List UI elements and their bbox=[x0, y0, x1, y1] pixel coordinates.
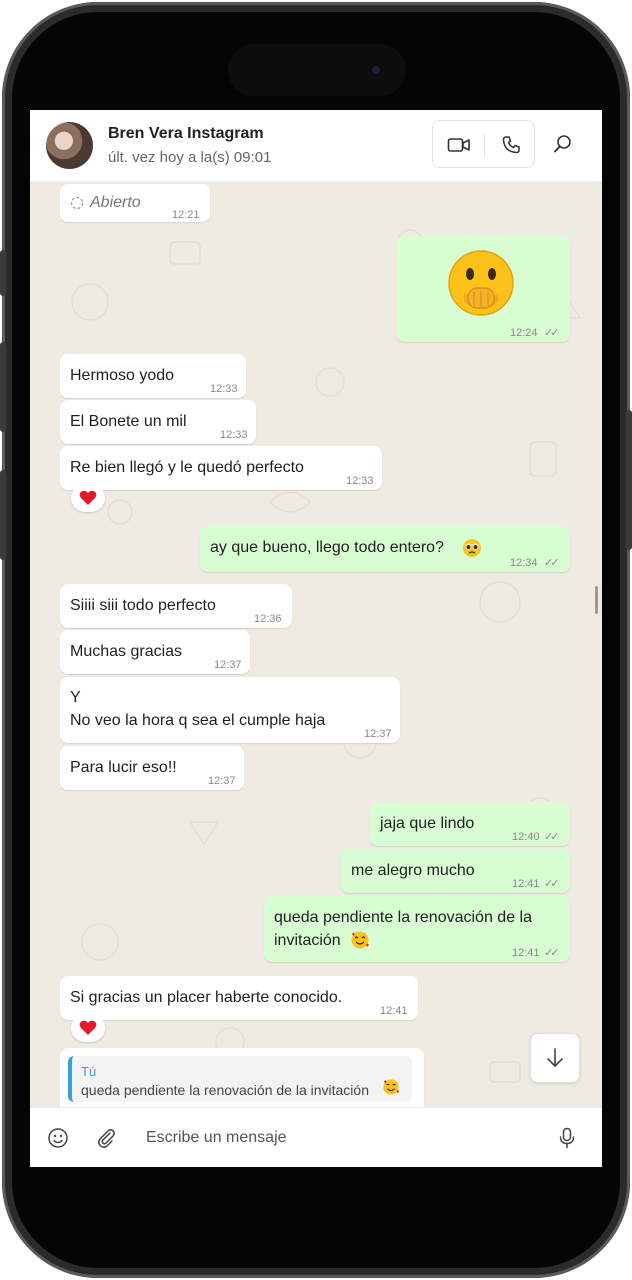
search-button[interactable] bbox=[545, 124, 581, 164]
paperclip-icon bbox=[98, 1128, 115, 1149]
message-incoming[interactable]: Re bien llegó y le quedó perfecto 12:33 bbox=[60, 446, 382, 490]
message-time: 12:41 bbox=[380, 1005, 408, 1017]
message-text: Y bbox=[70, 689, 81, 706]
read-ticks-icon: ✓✓ bbox=[544, 557, 560, 569]
smiley-icon bbox=[48, 1128, 68, 1148]
message-time: 12:37 bbox=[208, 775, 236, 787]
message-text: me alegro mucho bbox=[351, 862, 475, 879]
message-input[interactable] bbox=[146, 1122, 526, 1154]
message-incoming[interactable]: Para lucir eso!! 12:37 bbox=[60, 746, 244, 790]
read-ticks-icon: ✓✓ bbox=[544, 327, 560, 339]
message-text: invitación bbox=[274, 932, 341, 949]
scrollbar[interactable] bbox=[595, 586, 598, 614]
message-text: El Bonete un mil bbox=[70, 413, 187, 430]
message-incoming[interactable]: Abierto 12:21 bbox=[60, 184, 210, 222]
message-text: Para lucir eso!! bbox=[70, 759, 177, 776]
message-text: Hermoso yodo bbox=[70, 367, 175, 384]
message-time: 12:33 bbox=[220, 429, 248, 441]
message-text: Re bien llegó y le quedó perfecto bbox=[70, 459, 304, 476]
reaction-badge[interactable] bbox=[71, 484, 105, 512]
loading-icon bbox=[70, 196, 84, 210]
arrow-down-icon bbox=[547, 1048, 563, 1067]
message-incoming[interactable]: Si gracias un placer haberte conocido. 1… bbox=[60, 976, 418, 1020]
message-time: 12:37 bbox=[214, 659, 242, 671]
phone-side-button bbox=[0, 470, 6, 560]
message-list[interactable]: Abierto 12:21 12:24 ✓✓ Hermoso yodo 12:3… bbox=[30, 182, 602, 1107]
heart-icon bbox=[79, 1020, 97, 1035]
message-outgoing[interactable]: ay que bueno, llego todo entero? 12:34 ✓… bbox=[200, 526, 570, 572]
message-incoming[interactable]: Tú queda pendiente la renovación de la i… bbox=[60, 1048, 424, 1107]
message-text: ay que bueno, llego todo entero? bbox=[210, 539, 444, 556]
phone-side-button bbox=[626, 410, 632, 550]
message-incoming[interactable]: El Bonete un mil 12:33 bbox=[60, 400, 256, 444]
read-ticks-icon: ✓✓ bbox=[544, 878, 560, 890]
pleading-face-icon bbox=[463, 539, 481, 557]
phone-side-button bbox=[0, 250, 6, 296]
message-text: queda pendiente la renovación de la bbox=[274, 909, 532, 926]
message-time: 12:40 bbox=[512, 831, 540, 843]
message-time: 12:21 bbox=[172, 209, 200, 221]
smiling-face-with-hearts-icon bbox=[383, 1079, 400, 1095]
message-time: 12:41 bbox=[512, 947, 540, 959]
voice-call-button[interactable] bbox=[485, 121, 536, 169]
message-outgoing[interactable]: queda pendiente la renovación de la invi… bbox=[264, 896, 570, 962]
message-text: jaja que lindo bbox=[380, 815, 475, 832]
message-outgoing[interactable]: me alegro mucho 12:41 ✓✓ bbox=[341, 849, 570, 893]
search-icon bbox=[554, 135, 571, 153]
read-ticks-icon: ✓✓ bbox=[544, 831, 560, 843]
emoji-button[interactable] bbox=[40, 1120, 76, 1156]
message-time: 12:33 bbox=[210, 383, 238, 395]
dynamic-island bbox=[228, 44, 406, 96]
message-text: No veo la hora q sea el cumple haja bbox=[70, 712, 326, 729]
message-outgoing[interactable]: jaja que lindo 12:40 ✓✓ bbox=[370, 802, 570, 846]
message-composer bbox=[30, 1107, 602, 1167]
voice-message-button[interactable] bbox=[549, 1120, 585, 1156]
reaction-badge[interactable] bbox=[71, 1014, 105, 1042]
front-camera bbox=[372, 66, 380, 74]
message-time: 12:36 bbox=[254, 613, 282, 625]
smiling-face-with-hearts-icon bbox=[351, 931, 369, 949]
scroll-to-bottom-button[interactable] bbox=[530, 1033, 580, 1083]
message-text: Abierto bbox=[90, 194, 141, 211]
contact-status: últ. vez hoy a la(s) 09:01 bbox=[108, 149, 272, 166]
read-ticks-icon: ✓✓ bbox=[544, 947, 560, 959]
message-incoming[interactable]: Siiii siii todo perfecto 12:36 bbox=[60, 584, 292, 628]
call-buttons bbox=[432, 120, 535, 168]
message-text: Si gracias un placer haberte conocido. bbox=[70, 989, 343, 1006]
message-time: 12:34 bbox=[510, 557, 538, 569]
attach-button[interactable] bbox=[88, 1120, 124, 1156]
contact-name[interactable]: Bren Vera Instagram bbox=[108, 125, 264, 143]
message-incoming[interactable]: Muchas gracias 12:37 bbox=[60, 630, 250, 674]
microphone-icon bbox=[559, 1127, 575, 1149]
message-text: Muchas gracias bbox=[70, 643, 183, 660]
face-with-hand-over-mouth-icon bbox=[448, 250, 514, 316]
chat-header: Bren Vera Instagram últ. vez hoy a la(s)… bbox=[30, 110, 602, 182]
quoted-message[interactable]: Tú queda pendiente la renovación de la i… bbox=[68, 1056, 412, 1102]
message-time: 12:24 bbox=[510, 327, 538, 339]
message-incoming[interactable]: Y No veo la hora q sea el cumple haja 12… bbox=[60, 677, 400, 743]
avatar[interactable] bbox=[46, 122, 93, 169]
message-incoming[interactable]: Hermoso yodo 12:33 bbox=[60, 354, 246, 398]
video-camera-icon bbox=[447, 138, 470, 152]
phone-icon bbox=[502, 136, 520, 154]
phone-side-button bbox=[0, 342, 6, 432]
message-time: 12:37 bbox=[364, 728, 392, 740]
video-call-button[interactable] bbox=[433, 121, 484, 169]
chat-screen: Bren Vera Instagram últ. vez hoy a la(s)… bbox=[30, 110, 602, 1167]
message-time: 12:41 bbox=[512, 878, 540, 890]
message-outgoing[interactable]: 12:24 ✓✓ bbox=[396, 236, 570, 342]
message-time: 12:33 bbox=[346, 475, 374, 487]
heart-icon bbox=[79, 490, 97, 505]
quote-text: queda pendiente la renovación de la invi… bbox=[81, 1082, 369, 1098]
message-text: Siiii siii todo perfecto bbox=[70, 597, 216, 614]
